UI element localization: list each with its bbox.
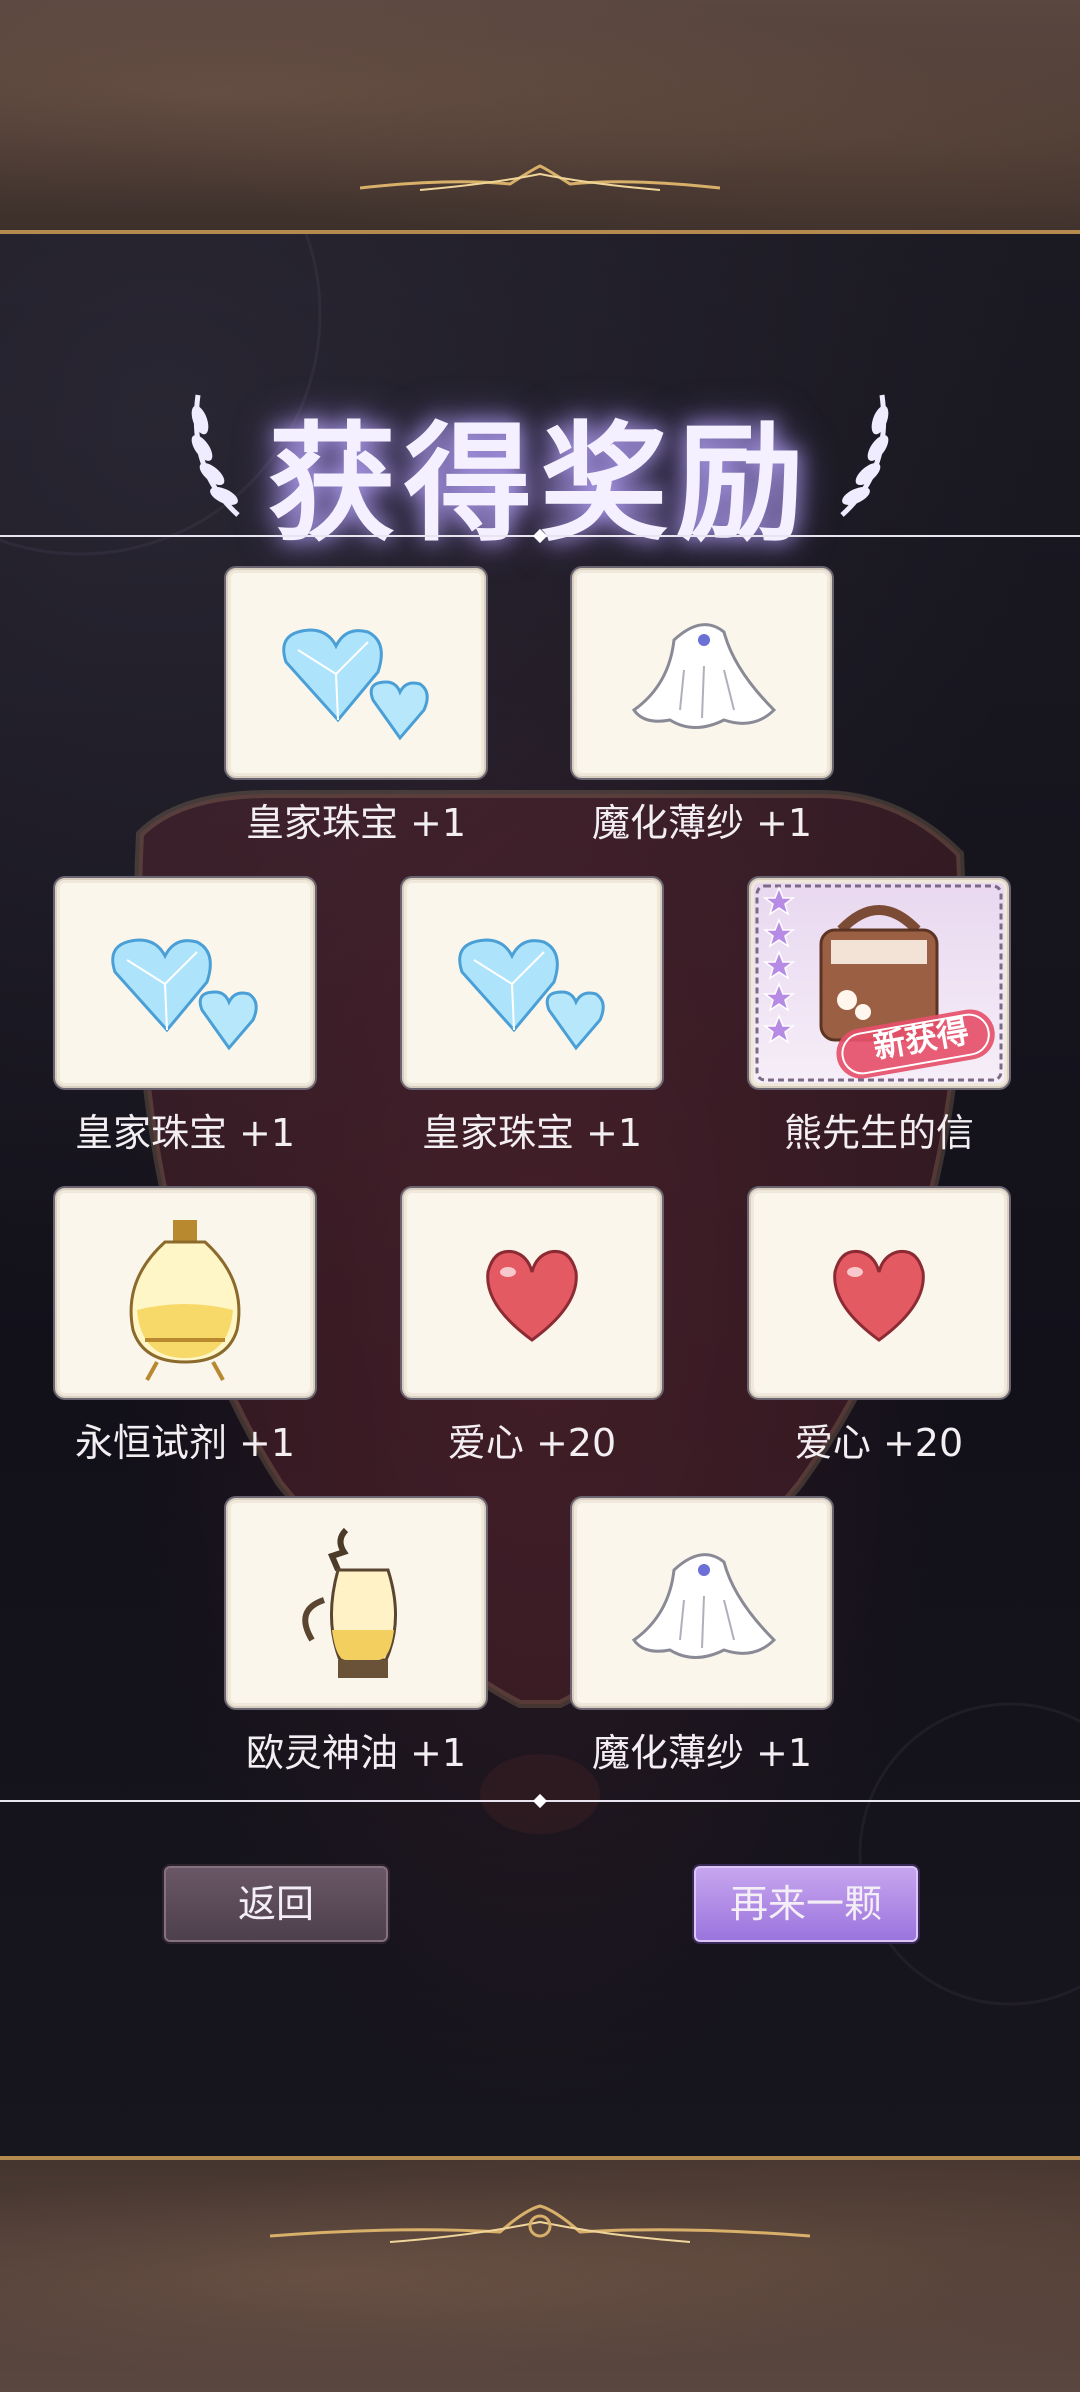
star-icon — [762, 949, 796, 980]
reward-label: 永恒试剂 +1 — [74, 1421, 296, 1465]
top-scroll-ornament — [360, 164, 720, 191]
oil-jug-icon — [302, 1527, 397, 1678]
reward-card[interactable] — [226, 568, 486, 778]
bottom-decorative-band — [0, 2156, 1080, 2392]
draw-again-button[interactable]: 再来一颗 — [692, 1864, 920, 1944]
reward-item[interactable]: 魔化薄纱 +1 — [572, 1498, 832, 1777]
reward-item[interactable]: 爱心 +20 — [402, 1188, 662, 1467]
veil-icon — [631, 623, 777, 729]
reward-label: 皇家珠宝 +1 — [245, 801, 467, 845]
reward-card[interactable] — [572, 1498, 832, 1708]
reward-label: 皇家珠宝 +1 — [74, 1111, 296, 1155]
reward-item[interactable]: 新获得 熊先生的信 — [749, 878, 1009, 1157]
reward-card[interactable] — [402, 878, 662, 1088]
bottom-scroll-ornament — [270, 2204, 810, 2243]
reward-label: 熊先生的信 — [783, 1111, 974, 1155]
top-decorative-band — [0, 0, 1080, 234]
reward-card[interactable] — [55, 878, 315, 1088]
reward-item[interactable]: 皇家珠宝 +1 — [226, 568, 486, 847]
heart-icon — [833, 1249, 925, 1342]
reward-item[interactable]: 魔化薄纱 +1 — [572, 568, 832, 847]
reward-item[interactable]: 皇家珠宝 +1 — [402, 878, 662, 1157]
reward-label: 爱心 +20 — [794, 1421, 964, 1465]
star-icon — [762, 917, 796, 948]
star-icon — [762, 885, 796, 916]
reward-card[interactable] — [402, 1188, 662, 1398]
back-button[interactable]: 返回 — [162, 1864, 390, 1944]
reward-card[interactable]: 新获得 — [749, 878, 1009, 1088]
star-icon — [762, 981, 796, 1012]
crystal-heart-icon — [282, 628, 429, 741]
reward-label: 皇家珠宝 +1 — [421, 1111, 643, 1155]
reward-card[interactable] — [749, 1188, 1009, 1398]
potion-flask-icon — [129, 1220, 241, 1381]
star-icon — [762, 1013, 796, 1044]
reward-label: 爱心 +20 — [447, 1421, 617, 1465]
veil-icon — [631, 1553, 777, 1659]
reward-item[interactable]: 爱心 +20 — [749, 1188, 1009, 1467]
heart-icon — [486, 1249, 578, 1342]
crystal-heart-icon — [458, 938, 605, 1051]
reward-item[interactable]: 欧灵神油 +1 — [226, 1498, 486, 1777]
reward-label: 魔化薄纱 +1 — [591, 1731, 813, 1775]
reward-label: 魔化薄纱 +1 — [591, 801, 813, 845]
reward-item[interactable]: 皇家珠宝 +1 — [55, 878, 315, 1157]
reward-item[interactable]: 永恒试剂 +1 — [55, 1188, 315, 1467]
reward-card[interactable] — [572, 568, 832, 778]
reward-label: 欧灵神油 +1 — [245, 1731, 467, 1775]
reward-card[interactable] — [55, 1188, 315, 1398]
reward-card[interactable] — [226, 1498, 486, 1708]
crystal-heart-icon — [111, 938, 258, 1051]
